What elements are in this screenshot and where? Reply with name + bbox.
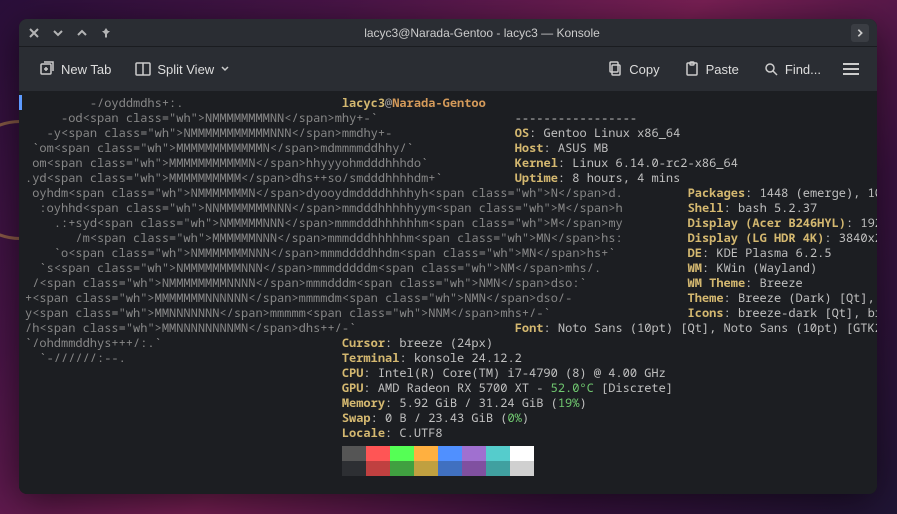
split-view-label: Split View <box>157 62 214 77</box>
paste-label: Paste <box>706 62 739 77</box>
konsole-window: lacyc3@Narada-Gentoo - lacyc3 — Konsole … <box>19 19 877 494</box>
maximize-icon[interactable] <box>75 26 89 40</box>
copy-button[interactable]: Copy <box>597 55 669 83</box>
new-tab-button[interactable]: New Tab <box>29 55 121 83</box>
toolbar: New Tab Split View Copy Paste Find... <box>19 47 877 91</box>
titlebar-overflow-icon[interactable] <box>851 24 869 42</box>
minimize-icon[interactable] <box>51 26 65 40</box>
find-button[interactable]: Find... <box>753 55 831 83</box>
pin-icon[interactable] <box>99 26 113 40</box>
paste-button[interactable]: Paste <box>674 55 749 83</box>
terminal-output: -/oyddmdhs+:. lacyc3@Narada-Gentoo -od<s… <box>25 95 877 490</box>
titlebar: lacyc3@Narada-Gentoo - lacyc3 — Konsole <box>19 19 877 47</box>
close-icon[interactable] <box>27 26 41 40</box>
new-tab-label: New Tab <box>61 62 111 77</box>
window-title: lacyc3@Narada-Gentoo - lacyc3 — Konsole <box>123 26 841 40</box>
copy-label: Copy <box>629 62 659 77</box>
chevron-down-icon <box>220 62 230 77</box>
menu-icon[interactable] <box>835 55 867 83</box>
terminal-viewport[interactable]: -/oyddmdhs+:. lacyc3@Narada-Gentoo -od<s… <box>19 91 877 494</box>
split-view-button[interactable]: Split View <box>125 55 240 83</box>
find-label: Find... <box>785 62 821 77</box>
active-line-indicator <box>19 95 22 110</box>
